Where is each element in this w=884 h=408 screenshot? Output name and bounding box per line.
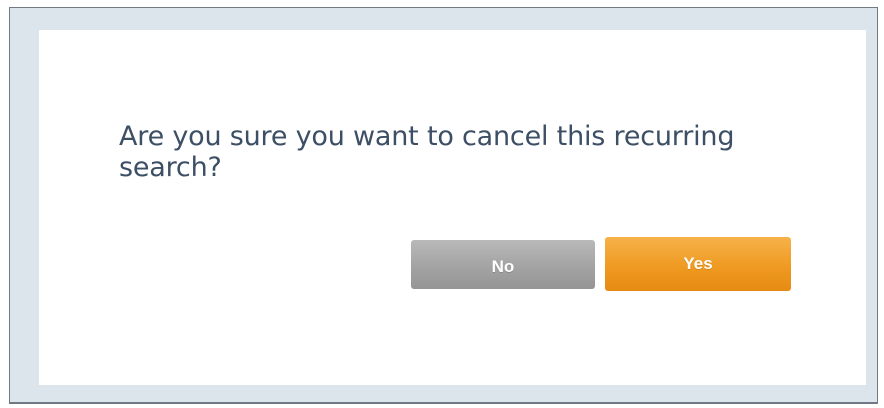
dialog-question: Are you sure you want to cancel this rec…: [119, 121, 735, 183]
dialog-frame: Are you sure you want to cancel this rec…: [9, 7, 878, 404]
confirm-dialog: Are you sure you want to cancel this rec…: [39, 30, 866, 385]
yes-button[interactable]: Yes: [605, 237, 791, 291]
no-button[interactable]: No: [411, 240, 595, 289]
yes-button-label: Yes: [683, 254, 713, 273]
no-button-label: No: [491, 256, 515, 276]
